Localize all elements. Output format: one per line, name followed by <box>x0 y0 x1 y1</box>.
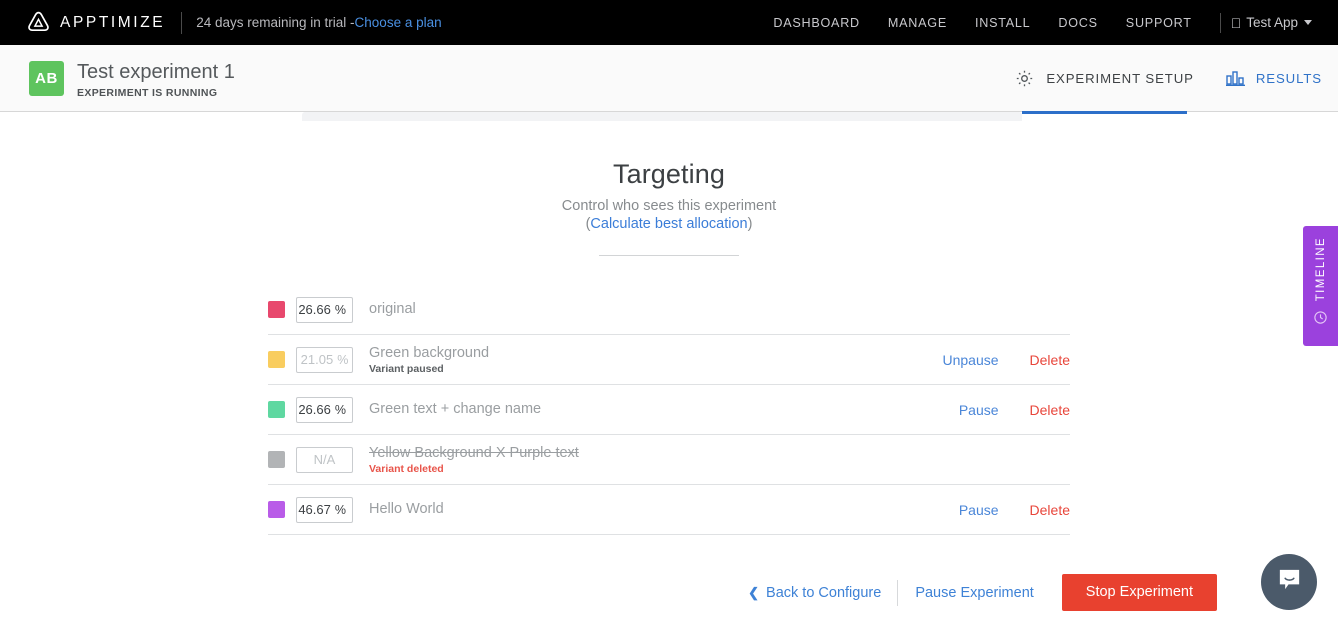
variant-name: Hello World <box>369 501 444 517</box>
page-title: Test experiment 1 <box>77 61 235 83</box>
stop-experiment-button[interactable]: Stop Experiment <box>1061 574 1217 611</box>
status-badge: EXPERIMENT IS RUNNING <box>77 87 218 99</box>
chat-bubble-icon <box>1276 566 1303 598</box>
active-tab-underline <box>1022 111 1187 114</box>
variant-name: Green text + change name <box>369 401 542 417</box>
variant-name: Green background <box>369 344 490 361</box>
apptimize-logo-icon <box>26 10 51 35</box>
percent-unit: % <box>337 352 349 367</box>
nav-divider <box>1219 12 1221 33</box>
table-row: 46.67 % Hello World Pause Delete <box>268 485 1070 535</box>
brand[interactable]: APPTIMIZE <box>26 10 165 35</box>
variant-color-swatch <box>268 401 285 418</box>
tab-results[interactable]: RESULTS <box>1210 45 1338 112</box>
variant-color-swatch <box>268 351 285 368</box>
variant-allocation-value: 46.67 <box>298 502 331 517</box>
variant-labels: Hello World <box>369 501 959 518</box>
variant-allocation-input[interactable]: 26.66 % <box>296 296 353 323</box>
tab-label-results: RESULTS <box>1255 71 1322 86</box>
back-to-configure-button[interactable]: ❮ Back to Configure <box>748 585 897 601</box>
table-row: 26.66 % Green text + change name Pause D… <box>268 385 1070 435</box>
chevron-left-icon: ❮ <box>748 584 760 600</box>
section-divider <box>599 255 739 256</box>
unpause-variant-link[interactable]: Unpause <box>942 352 998 368</box>
percent-unit: % <box>334 302 346 317</box>
table-row: 21.05 % Green background Variant paused … <box>268 335 1070 385</box>
percent-unit: % <box>334 502 346 517</box>
variant-actions: Pause Delete <box>959 502 1070 518</box>
variant-allocation-input[interactable]: 26.66 % <box>296 396 353 423</box>
targeting-heading: Targeting <box>613 159 725 189</box>
app-chooser-label: Test App <box>1246 15 1298 30</box>
app-chooser[interactable]:  Test App <box>1231 15 1316 30</box>
experiment-identity: AB Test experiment 1 EXPERIMENT IS RUNNI… <box>29 61 235 99</box>
variant-list: 26.66 % original 21.05 % Green backgroun… <box>268 285 1070 535</box>
variant-labels: Green text + change name <box>369 401 959 418</box>
variant-allocation-input: N/A <box>296 446 353 473</box>
variant-allocation-value: 26.66 <box>298 402 331 417</box>
variant-labels: Green background Variant paused <box>369 345 942 375</box>
brand-name: APPTIMIZE <box>60 13 166 31</box>
pause-variant-link[interactable]: Pause <box>959 502 999 518</box>
variant-state-label: Variant deleted <box>369 462 444 475</box>
ab-badge: AB <box>29 61 64 96</box>
bar-chart-icon <box>1225 70 1245 87</box>
table-row: 26.66 % original <box>268 285 1070 335</box>
clock-icon <box>1313 310 1328 330</box>
brand-divider <box>181 11 183 34</box>
timeline-label: TIMELINE <box>1314 237 1327 302</box>
footer-actions: ❮ Back to Configure Pause Experiment Sto… <box>0 574 1338 611</box>
variant-allocation-input[interactable]: 46.67 % <box>296 496 353 523</box>
targeting-subtitle: Control who sees this experiment <box>561 198 777 214</box>
global-nav: DASHBOARD MANAGE INSTALL DOCS SUPPORT  … <box>759 12 1316 33</box>
variant-color-swatch <box>268 501 285 518</box>
variant-allocation-value: N/A <box>313 452 336 467</box>
variant-allocation-input[interactable]: 21.05 % <box>296 346 353 373</box>
variant-allocation-value: 21.05 <box>300 352 334 367</box>
tab-experiment-setup[interactable]: EXPERIMENT SETUP <box>998 45 1210 112</box>
variant-color-swatch <box>268 301 285 318</box>
variant-color-swatch <box>268 451 285 468</box>
delete-variant-link[interactable]: Delete <box>1030 402 1070 418</box>
trial-text: 24 days remaining in trial - <box>196 15 355 30</box>
delete-variant-link[interactable]: Delete <box>1030 352 1070 368</box>
timeline-tab[interactable]: TIMELINE <box>1303 226 1338 346</box>
choose-a-plan-link[interactable]: Choose a plan <box>355 15 442 30</box>
variant-labels: original <box>369 301 1046 318</box>
pause-experiment-button[interactable]: Pause Experiment <box>898 585 1050 601</box>
gear-icon <box>1014 68 1035 89</box>
nav-item-support[interactable]: SUPPORT <box>1112 16 1206 30</box>
nav-item-dashboard[interactable]: DASHBOARD <box>759 16 874 30</box>
variant-allocation-value: 26.66 <box>298 302 331 317</box>
experiment-header: AB Test experiment 1 EXPERIMENT IS RUNNI… <box>0 45 1338 112</box>
tab-label-experiment-setup: EXPERIMENT SETUP <box>1046 71 1194 86</box>
back-to-configure-label: Back to Configure <box>766 584 882 601</box>
global-topbar: APPTIMIZE 24 days remaining in trial - C… <box>0 0 1338 45</box>
table-row: N/A Yellow Background X Purple text Vari… <box>268 435 1070 485</box>
content-top-strip <box>302 112 1022 121</box>
pause-variant-link[interactable]: Pause <box>959 402 999 418</box>
variant-state-label: Variant paused <box>369 362 444 375</box>
experiment-tabs: EXPERIMENT SETUP RESULTS <box>998 45 1338 112</box>
paren-close: ) <box>747 216 753 232</box>
main-content: Targeting Control who sees this experime… <box>0 122 1338 535</box>
variant-name: original <box>369 301 416 317</box>
variant-actions: Pause Delete <box>959 402 1070 418</box>
percent-unit: % <box>334 402 346 417</box>
apple-icon:  <box>1231 16 1242 30</box>
nav-item-install[interactable]: INSTALL <box>961 16 1044 30</box>
calculate-best-allocation-link[interactable]: Calculate best allocation <box>590 216 747 232</box>
nav-item-docs[interactable]: DOCS <box>1044 16 1111 30</box>
variant-name: Yellow Background X Purple text <box>369 444 579 461</box>
variant-labels: Yellow Background X Purple text Variant … <box>369 445 1046 475</box>
variant-actions: Unpause Delete <box>942 352 1070 368</box>
delete-variant-link[interactable]: Delete <box>1030 502 1070 518</box>
targeting-calc-line: (Calculate best allocation) <box>0 216 1338 232</box>
intercom-launcher-button[interactable] <box>1261 554 1317 610</box>
nav-item-manage[interactable]: MANAGE <box>874 16 961 30</box>
chevron-down-icon <box>1304 20 1312 25</box>
